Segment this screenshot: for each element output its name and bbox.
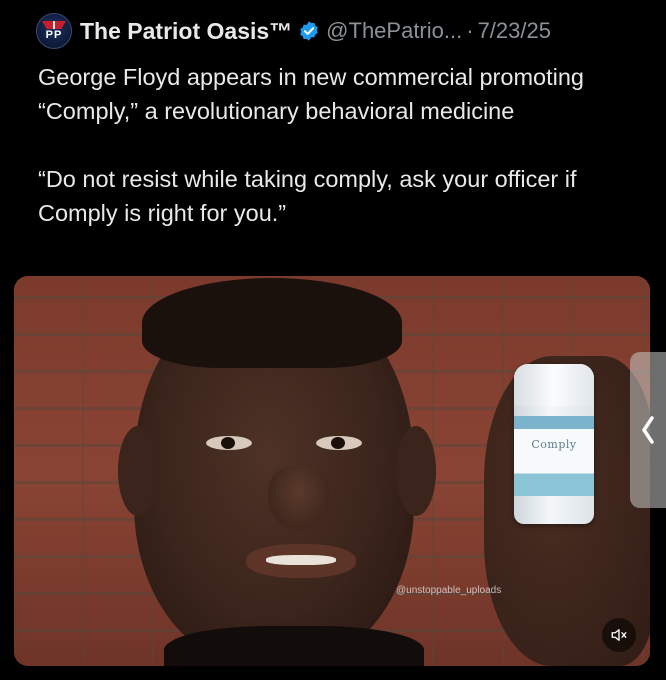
display-name[interactable]: The Patriot Oasis™ <box>80 18 292 45</box>
tweet[interactable]: PP The Patriot Oasis™ @ThePatrio... · 7/… <box>0 0 666 680</box>
person-mouth <box>246 544 356 578</box>
tweet-paragraph: “Do not resist while taking comply, ask … <box>38 166 577 226</box>
bottle-label-text: Comply <box>531 438 577 451</box>
person-shirt <box>164 626 424 666</box>
post-date[interactable]: 7/23/25 <box>478 18 551 44</box>
tweet-text: George Floyd appears in new commercial p… <box>38 60 638 230</box>
avatar[interactable]: PP <box>36 13 72 49</box>
mute-button[interactable] <box>602 618 636 652</box>
person-hair <box>142 278 402 368</box>
avatar-wing-graphic <box>42 21 66 29</box>
handle[interactable]: @ThePatrio... <box>326 18 462 44</box>
tweet-paragraph: George Floyd appears in new commercial p… <box>38 64 584 124</box>
separator-dot: · <box>466 18 474 43</box>
person-ear <box>118 426 158 516</box>
verified-badge-icon <box>300 21 318 41</box>
person-nose <box>268 466 330 530</box>
person-eye <box>206 436 252 450</box>
video-player[interactable]: Comply @unstoppable_uploads <box>14 276 650 666</box>
chevron-left-icon <box>642 416 654 444</box>
pill-bottle-cap <box>514 364 594 406</box>
person-eye <box>316 436 362 450</box>
person-ear <box>396 426 436 516</box>
speaker-muted-icon <box>611 629 627 641</box>
video-frame: Comply @unstoppable_uploads <box>14 276 650 666</box>
video-watermark: @unstoppable_uploads <box>396 585 502 596</box>
avatar-logo-text: PP <box>45 29 63 41</box>
tweet-header: PP The Patriot Oasis™ @ThePatrio... · 7/… <box>36 13 551 49</box>
pill-bottle-label <box>514 416 594 496</box>
side-panel-handle[interactable] <box>630 352 666 508</box>
